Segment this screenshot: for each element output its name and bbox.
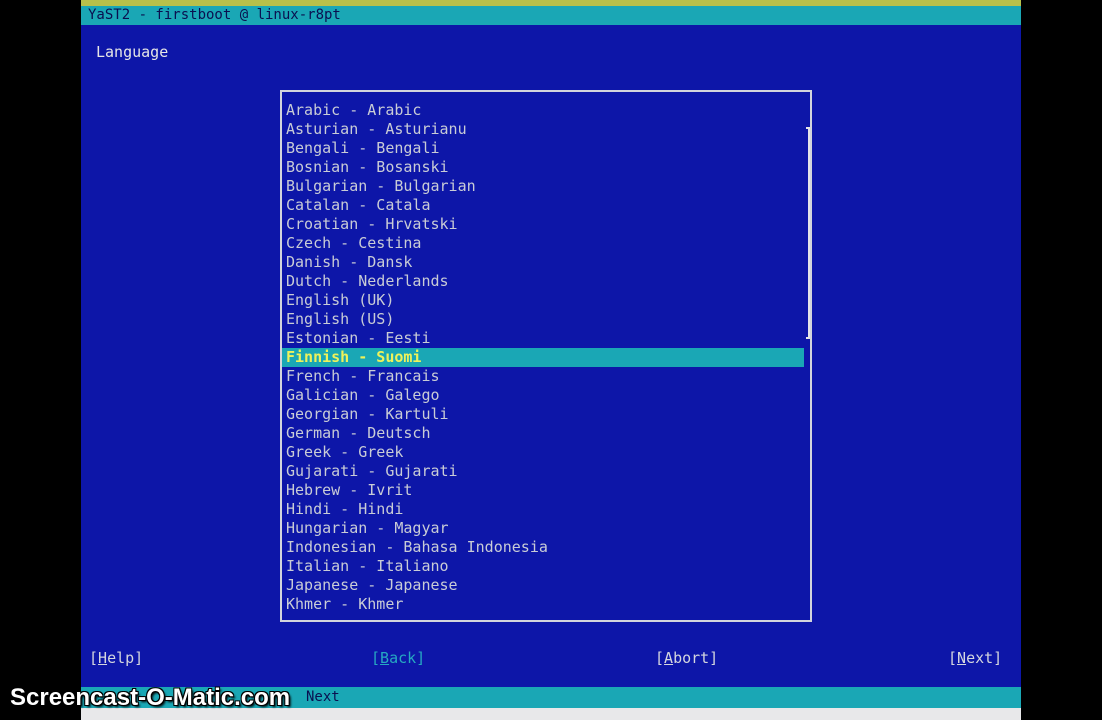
help-button[interactable]: [Help] bbox=[89, 649, 143, 668]
language-list-item[interactable]: Dutch - Nederlands bbox=[282, 272, 804, 291]
next-button[interactable]: [Next] bbox=[948, 649, 1002, 668]
language-list-items: Arabic - Arabic Asturian - Asturianu Benga… bbox=[282, 101, 810, 614]
language-list-item[interactable]: Asturian - Asturianu bbox=[282, 120, 804, 139]
help-button-hotkey: H bbox=[98, 649, 108, 667]
abort-button[interactable]: [Abort] bbox=[655, 649, 718, 668]
language-list-item[interactable]: Estonian - Eesti bbox=[282, 329, 804, 348]
abort-button-open: [ bbox=[655, 649, 665, 667]
next-button-open: [ bbox=[948, 649, 958, 667]
language-list-item[interactable]: Greek - Greek bbox=[282, 443, 804, 462]
language-list-item[interactable]: Arabic - Arabic bbox=[282, 101, 804, 120]
language-list-item[interactable]: Hindi - Hindi bbox=[282, 500, 804, 519]
help-button-rest: elp] bbox=[107, 649, 144, 667]
list-scrollbar[interactable] bbox=[808, 127, 810, 339]
language-list-item[interactable]: Danish - Dansk bbox=[282, 253, 804, 272]
language-list-item[interactable]: French - Francais bbox=[282, 367, 804, 386]
language-list-item[interactable]: Bosnian - Bosanski bbox=[282, 158, 804, 177]
language-list-item[interactable]: Georgian - Kartuli bbox=[282, 405, 804, 424]
language-list-item[interactable]: Catalan - Catala bbox=[282, 196, 804, 215]
video-frame: YaST2 - firstboot @ linux-r8pt Language … bbox=[0, 0, 1102, 720]
back-button-open: [ bbox=[371, 649, 381, 667]
window-title: YaST2 - firstboot @ linux-r8pt bbox=[81, 6, 1021, 25]
language-list-item[interactable]: German - Deutsch bbox=[282, 424, 804, 443]
language-list-item[interactable]: Croatian - Hrvatski bbox=[282, 215, 804, 234]
back-button[interactable]: [Back] bbox=[371, 649, 425, 668]
language-list-item[interactable]: Hebrew - Ivrit bbox=[282, 481, 804, 500]
language-list[interactable]: Arabic - Arabic Asturian - Asturianu Benga… bbox=[280, 90, 812, 622]
language-list-item[interactable]: Italian - Italiano bbox=[282, 557, 804, 576]
language-list-item[interactable]: Czech - Cestina bbox=[282, 234, 804, 253]
language-list-item[interactable]: Gujarati - Gujarati bbox=[282, 462, 804, 481]
abort-button-rest: bort] bbox=[673, 649, 719, 667]
next-button-rest: ext] bbox=[966, 649, 1003, 667]
language-list-item-selected[interactable]: Finnish - Suomi bbox=[282, 348, 804, 367]
yast-terminal-screen: YaST2 - firstboot @ linux-r8pt Language … bbox=[81, 0, 1021, 720]
page-title: Language bbox=[96, 43, 169, 61]
language-list-item[interactable]: Hungarian - Magyar bbox=[282, 519, 804, 538]
back-button-hotkey: B bbox=[380, 649, 390, 667]
language-list-item[interactable]: Japanese - Japanese bbox=[282, 576, 804, 595]
language-list-item[interactable]: English (UK) bbox=[282, 291, 804, 310]
language-list-item[interactable]: Khmer - Khmer bbox=[282, 595, 804, 614]
next-button-hotkey: N bbox=[957, 649, 967, 667]
help-button-open: [ bbox=[89, 649, 99, 667]
language-list-item[interactable]: Galician - Galego bbox=[282, 386, 804, 405]
status-bar-key-hint: Next bbox=[306, 689, 340, 705]
language-list-item[interactable]: Bengali - Bengali bbox=[282, 139, 804, 158]
back-button-rest: ack] bbox=[389, 649, 426, 667]
language-list-item[interactable]: Indonesian - Bahasa Indonesia bbox=[282, 538, 804, 557]
abort-button-hotkey: A bbox=[664, 649, 674, 667]
scrollbar-bottom-cap bbox=[806, 337, 810, 339]
screencast-watermark: Screencast-O-Matic.com bbox=[10, 684, 291, 711]
language-list-item[interactable]: English (US) bbox=[282, 310, 804, 329]
language-list-item[interactable]: Bulgarian - Bulgarian bbox=[282, 177, 804, 196]
